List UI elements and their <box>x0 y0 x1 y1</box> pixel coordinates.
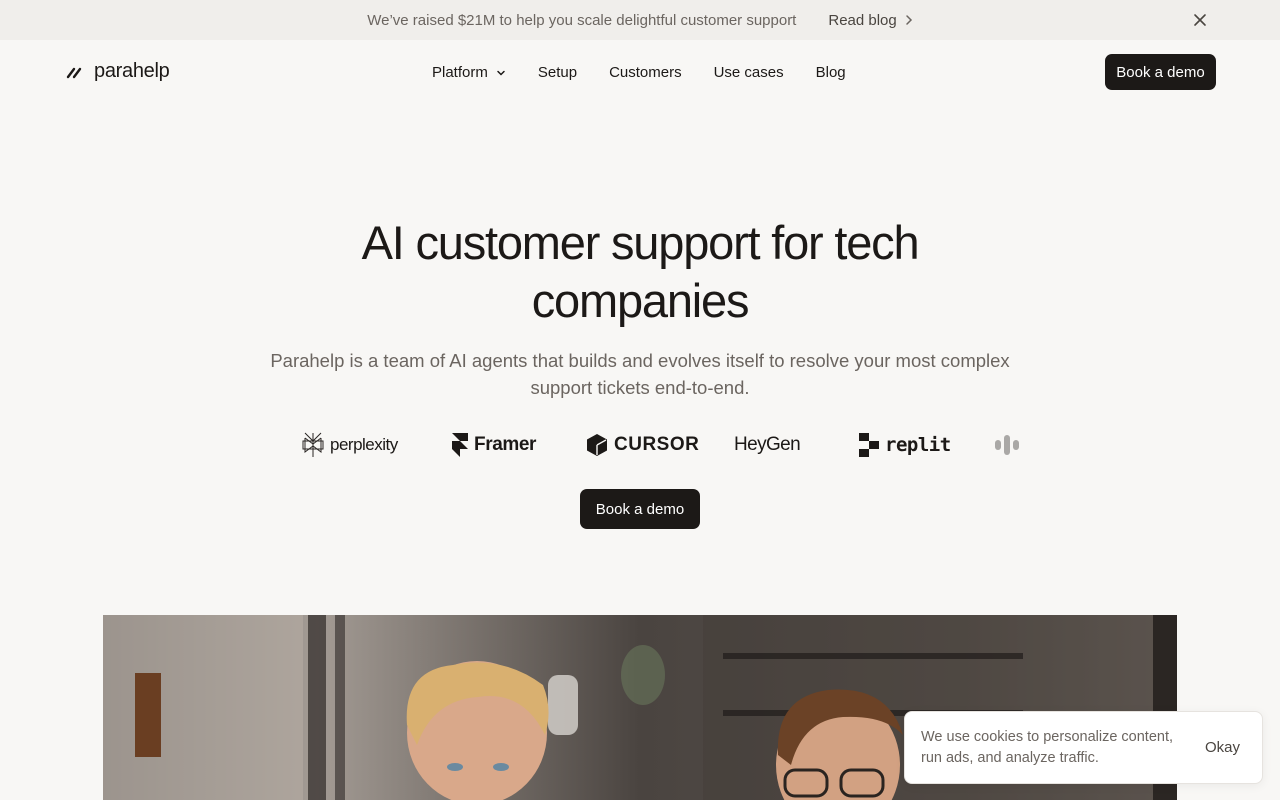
nav-item-label: Blog <box>815 64 846 81</box>
chevron-down-icon <box>497 70 505 76</box>
nav-item-use-cases[interactable]: Use cases <box>714 64 784 81</box>
nav-item-label: Customers <box>609 64 682 81</box>
parahelp-logo-icon <box>66 67 82 78</box>
close-icon[interactable] <box>1192 12 1208 28</box>
framer-logo: Framer <box>452 428 536 462</box>
chevron-right-icon <box>906 15 912 25</box>
replit-mark-icon <box>859 433 879 457</box>
read-blog-label: Read blog <box>828 11 897 29</box>
cookie-banner: We use cookies to personalize content, r… <box>904 711 1263 784</box>
hero-book-demo-button[interactable]: Book a demo <box>580 489 700 529</box>
customer-logos: perplexity Framer CURSOR HeyGen replit <box>300 428 1030 462</box>
faded-logo <box>994 428 1022 462</box>
main-nav: parahelp Platform Setup Customers Use ca… <box>0 40 1280 104</box>
logo-text: perplexity <box>330 435 398 454</box>
brand-name: parahelp <box>94 60 170 82</box>
hero-title-line-1: AI customer support for tech <box>361 216 920 269</box>
hero-subtitle-line-2: support tickets end-to-end. <box>530 377 750 398</box>
nav-item-platform[interactable]: Platform <box>432 64 506 81</box>
nav-book-demo-button[interactable]: Book a demo <box>1105 54 1216 90</box>
nav-item-blog[interactable]: Blog <box>816 64 846 81</box>
nav-menu: Platform Setup Customers Use cases Blog <box>432 64 846 81</box>
nav-item-setup[interactable]: Setup <box>538 64 577 81</box>
hero-title-line-2: companies <box>531 274 750 327</box>
logo-text: CURSOR <box>614 434 700 455</box>
logo-text: replit <box>885 434 951 456</box>
logo-text: HeyGen <box>734 434 801 455</box>
replit-logo: replit <box>859 428 951 462</box>
framer-mark-icon <box>452 433 468 457</box>
cursor-logo: CURSOR <box>586 428 699 462</box>
announcement-message: We’ve raised $21M to help you scale deli… <box>367 11 797 29</box>
cookie-message: We use cookies to personalize content, r… <box>921 729 1174 766</box>
brand-logo[interactable]: parahelp <box>66 60 170 83</box>
heygen-logo: HeyGen <box>734 428 801 462</box>
nav-item-customers[interactable]: Customers <box>609 64 682 81</box>
cursor-mark-icon <box>587 434 607 456</box>
perplexity-mark-icon <box>302 432 324 457</box>
cookie-okay-button[interactable]: Okay <box>1205 739 1240 756</box>
hero-title: AI customer support for tech companies <box>290 214 990 330</box>
hero-subtitle: Parahelp is a team of AI agents that bui… <box>250 347 1030 401</box>
read-blog-link[interactable]: Read blog <box>828 12 912 29</box>
nav-item-label: Use cases <box>713 64 784 81</box>
announcement-bar: We’ve raised $21M to help you scale deli… <box>0 0 1280 40</box>
nav-item-label: Platform <box>432 64 488 81</box>
logo-text: Framer <box>474 434 537 455</box>
faded-mark-icon <box>995 435 1019 455</box>
hero-subtitle-line-1: Parahelp is a team of AI agents that bui… <box>270 350 1010 371</box>
nav-item-label: Setup <box>537 64 578 81</box>
perplexity-logo: perplexity <box>302 428 398 462</box>
